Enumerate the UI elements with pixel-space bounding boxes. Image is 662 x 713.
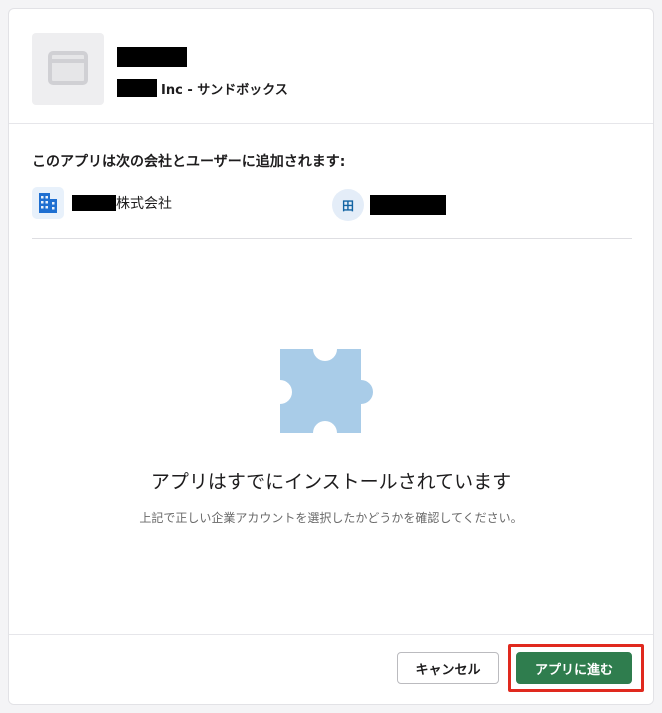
user-avatar: 田: [332, 189, 364, 221]
dialog-footer: キャンセル アプリに進む: [9, 634, 653, 704]
cancel-button[interactable]: キャンセル: [397, 652, 499, 684]
target-section: このアプリは次の会社とユーザーに追加されます: 株式会社 田: [32, 124, 632, 239]
company-entry: 株式会社: [32, 187, 172, 219]
target-heading: このアプリは次の会社とユーザーに追加されます:: [32, 154, 346, 170]
app-window-icon: [32, 33, 104, 105]
app-name-redacted: [117, 47, 187, 67]
installed-title: アプリはすでにインストールされています: [150, 471, 512, 493]
puzzle-piece-icon: [280, 349, 373, 433]
building-icon: [32, 187, 64, 219]
workspace-line: Inc - サンドボックス: [117, 79, 288, 98]
company-name-suffix: 株式会社: [116, 196, 172, 212]
user-name-redacted: [370, 195, 446, 215]
workspace-label: Inc - サンドボックス: [161, 82, 288, 98]
user-entry: 田: [332, 189, 446, 221]
workspace-name-redacted: [117, 79, 157, 97]
installed-subtitle: 上記で正しい企業アカウントを選択したかどうかを確認してください。: [139, 511, 523, 525]
proceed-to-app-button[interactable]: アプリに進む: [516, 652, 632, 684]
company-name-redacted: [72, 195, 116, 211]
install-dialog: Inc - サンドボックス このアプリは次の会社とユーザーに追加されます: 株式…: [8, 8, 654, 705]
app-header: Inc - サンドボックス: [9, 9, 653, 124]
